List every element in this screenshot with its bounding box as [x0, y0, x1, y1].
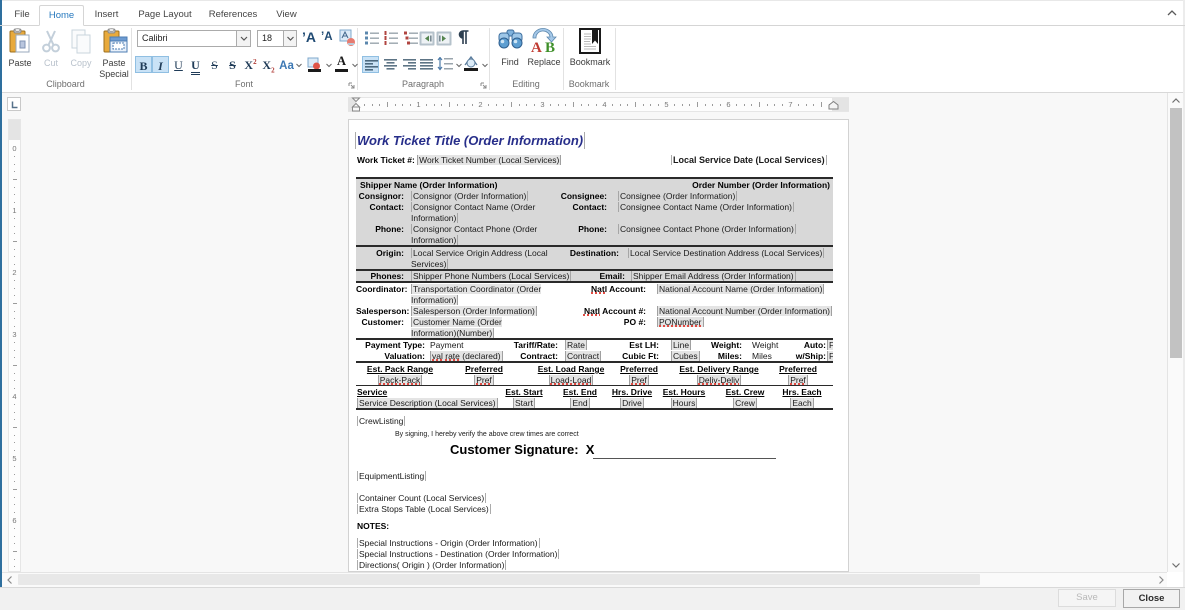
svg-text:B: B	[545, 40, 555, 53]
svg-text:A: A	[531, 40, 542, 53]
